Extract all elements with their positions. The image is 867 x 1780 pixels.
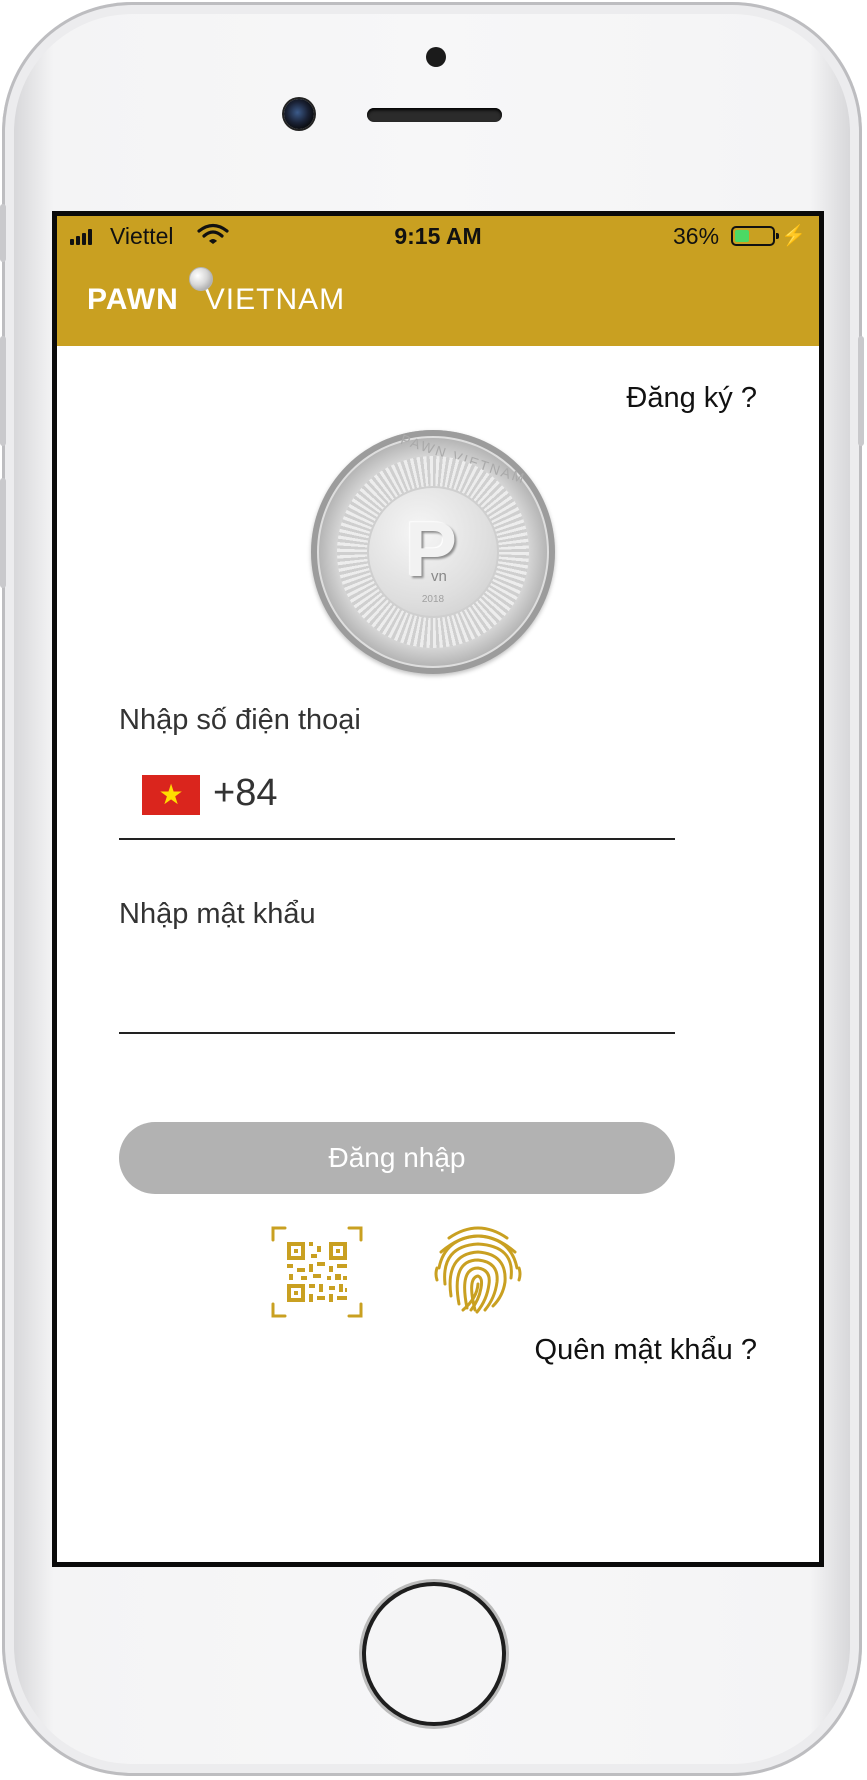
battery-percent: 36%	[673, 223, 720, 249]
mute-switch	[0, 204, 6, 262]
pawn-coin-logo: PAWN VIETNAM P vn 2018	[311, 430, 555, 674]
pawn-vietnam-logo: PAWN VIETNAM	[87, 283, 345, 317]
status-bar: Viettel 9:15 AM 36% ⚡	[57, 216, 819, 255]
power-button	[858, 336, 864, 446]
login-button[interactable]: Đăng nhập	[119, 1122, 675, 1194]
app-header: PAWN VIETNAM	[57, 255, 819, 346]
phone-label: Nhập số điện thoại	[119, 704, 361, 736]
coin-sub: vn	[431, 568, 447, 585]
logo-text-bold: PAWN	[87, 283, 179, 316]
country-code: +84	[213, 772, 278, 814]
proximity-sensor	[426, 47, 446, 67]
logo-coin-icon	[189, 267, 213, 291]
home-button[interactable]	[366, 1586, 502, 1722]
qr-code-icon[interactable]	[271, 1226, 363, 1318]
coin-center: P vn 2018	[367, 486, 499, 618]
fingerprint-icon[interactable]	[433, 1224, 523, 1316]
battery-icon	[731, 226, 779, 246]
password-label: Nhập mật khẩu	[119, 898, 316, 930]
password-input-underline[interactable]	[119, 1032, 675, 1034]
earpiece-speaker	[367, 108, 502, 122]
register-link[interactable]: Đăng ký ?	[626, 382, 757, 415]
volume-up-button	[0, 336, 6, 446]
coin-year: 2018	[421, 594, 445, 605]
logo-text-light: VIETNAM	[204, 283, 346, 316]
front-camera	[284, 99, 314, 129]
phone-screen: Viettel 9:15 AM 36% ⚡ PAWN VIETNAM Đăng k…	[52, 211, 824, 1567]
forgot-password-link[interactable]: Quên mật khẩu ?	[535, 1334, 757, 1367]
vietnam-flag-icon[interactable]: ★	[142, 775, 200, 815]
volume-down-button	[0, 478, 6, 588]
phone-input-underline[interactable]	[119, 838, 675, 840]
charging-bolt-icon: ⚡	[781, 225, 806, 247]
